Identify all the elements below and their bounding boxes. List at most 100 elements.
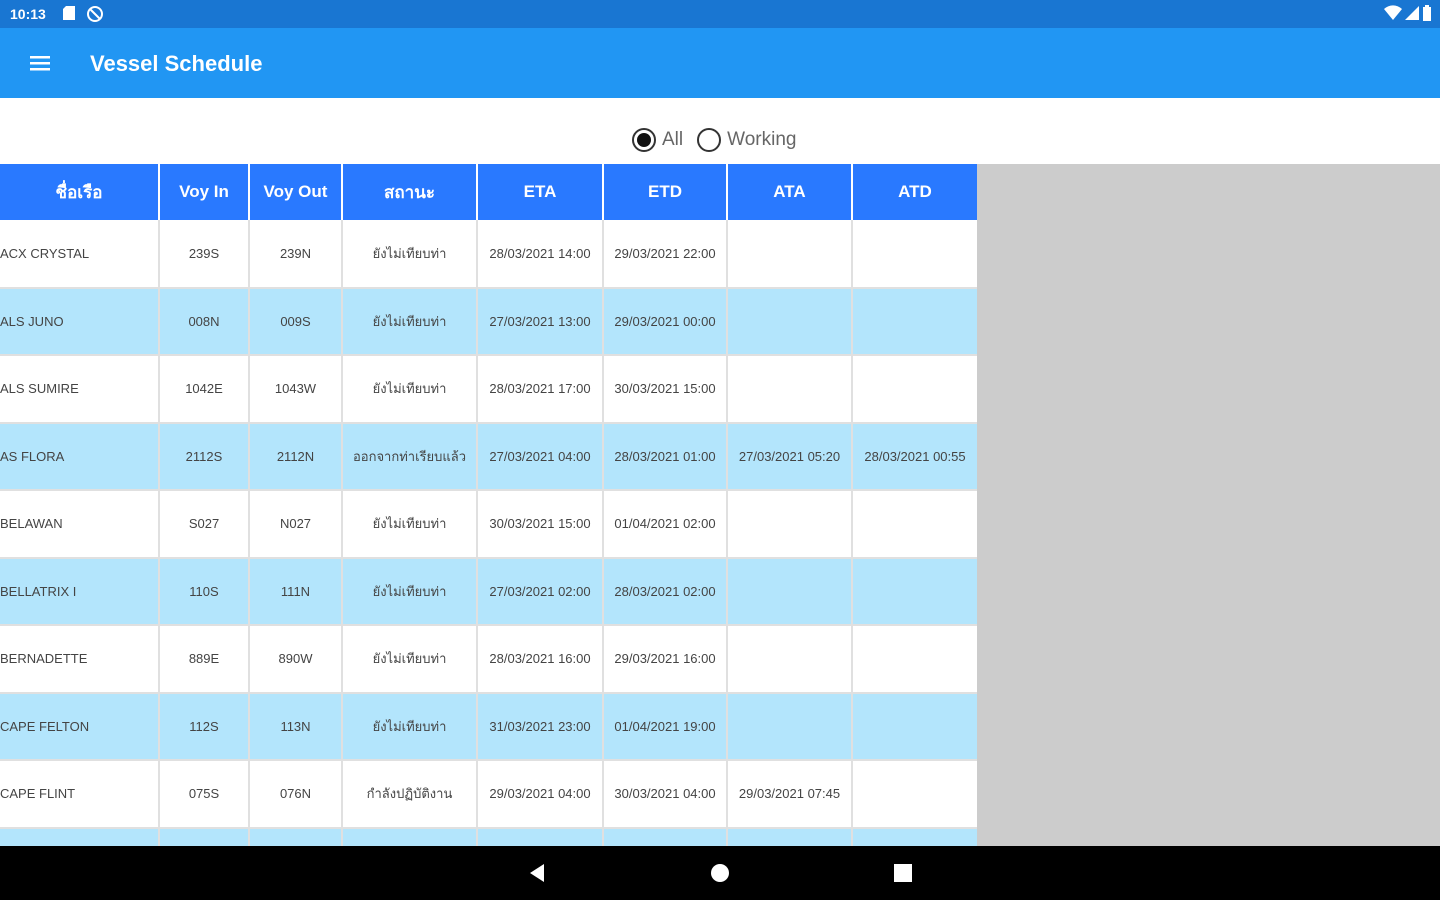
status-time: 10:13 (10, 6, 46, 22)
menu-button[interactable] (24, 48, 58, 78)
vessel-name-cell: CAPE FLINT (0, 760, 160, 829)
ata-cell (727, 490, 853, 559)
ata-cell: 27/03/2021 05:20 (727, 422, 853, 491)
radio-button-unchecked[interactable] (697, 128, 722, 152)
etd-cell: 28/03/2021 02:00 (603, 557, 728, 626)
ata-cell: 29/03/2021 07:45 (727, 760, 853, 829)
eta-cell (477, 827, 604, 846)
status-cell: ยังไม่เทียบท่า (342, 355, 478, 424)
table-row[interactable]: ALS SUMIRE 1042E 1043W ยังไม่เทียบท่า 28/03/… (0, 355, 977, 424)
status-cell: ยังไม่เทียบท่า (342, 220, 478, 289)
voy-out-cell: 1043W (249, 355, 343, 424)
table-row[interactable]: AS FLORA 2112S 2112N ออกจากท่าเรียบแล้ว 27/0… (0, 422, 977, 491)
status-cell: ยังไม่เทียบท่า (342, 692, 478, 761)
home-button[interactable] (709, 861, 731, 890)
atd-cell (852, 355, 977, 424)
status-cell: ยังไม่เทียบท่า (342, 557, 478, 626)
recents-button[interactable] (892, 861, 914, 890)
voy-out-cell: 076N (249, 760, 343, 829)
atd-cell (852, 220, 977, 289)
etd-cell: 29/03/2021 00:00 (603, 287, 728, 356)
radio-all[interactable]: All (632, 128, 683, 152)
etd-cell: 29/03/2021 16:00 (603, 625, 728, 694)
ata-cell (727, 692, 853, 761)
voy-in-cell: 075S (159, 760, 250, 829)
column-header-vessel-name[interactable]: ชื่อเรือ (0, 164, 160, 220)
sd-card-icon (62, 5, 76, 23)
eta-cell: 28/03/2021 14:00 (477, 220, 604, 289)
eta-cell: 27/03/2021 13:00 (477, 287, 604, 356)
table-row[interactable]: BELLATRIX I 110S 111N ยังไม่เทียบท่า 27/03/2… (0, 557, 977, 626)
atd-cell: 28/03/2021 00:55 (852, 422, 977, 491)
etd-cell: 01/04/2021 19:00 (603, 692, 728, 761)
voy-out-cell: 111N (249, 557, 343, 626)
vessel-table[interactable]: ชื่อเรือ Voy In Voy Out สถานะ ETA ETD AT… (0, 164, 977, 846)
back-button[interactable] (526, 861, 548, 890)
eta-cell: 27/03/2021 02:00 (477, 557, 604, 626)
ata-cell (727, 220, 853, 289)
eta-cell: 28/03/2021 16:00 (477, 625, 604, 694)
status-filter: All Working (632, 128, 810, 152)
vessel-name-cell: ALS JUNO (0, 287, 160, 356)
status-cell: ยังไม่เทียบท่า (342, 625, 478, 694)
app-bar: Vessel Schedule (0, 28, 1440, 98)
atd-cell (852, 625, 977, 694)
table-row[interactable] (0, 827, 977, 846)
vessel-name-cell: ACX CRYSTAL (0, 220, 160, 289)
voy-in-cell: 112S (159, 692, 250, 761)
column-header-atd[interactable]: ATD (852, 164, 977, 220)
atd-cell (852, 827, 977, 846)
status-cell: กำลังปฏิบัติงาน (342, 760, 478, 829)
table-row[interactable]: CAPE FLINT 075S 076N กำลังปฏิบัติงาน 29/03/2… (0, 760, 977, 829)
eta-cell: 31/03/2021 23:00 (477, 692, 604, 761)
voy-in-cell: 1042E (159, 355, 250, 424)
etd-cell: 30/03/2021 04:00 (603, 760, 728, 829)
table-row[interactable]: CAPE FELTON 112S 113N ยังไม่เทียบท่า 31/03/2… (0, 692, 977, 761)
etd-cell: 28/03/2021 01:00 (603, 422, 728, 491)
system-nav-bar (0, 846, 1440, 900)
ata-cell (727, 355, 853, 424)
voy-in-cell: 2112S (159, 422, 250, 491)
vessel-name-cell: ALS SUMIRE (0, 355, 160, 424)
column-header-ata[interactable]: ATA (727, 164, 853, 220)
etd-cell: 30/03/2021 15:00 (603, 355, 728, 424)
status-cell: ออกจากท่าเรียบแล้ว (342, 422, 478, 491)
ata-cell (727, 557, 853, 626)
status-cell (342, 827, 478, 846)
radio-button-checked[interactable] (632, 128, 656, 152)
atd-cell (852, 557, 977, 626)
etd-cell (603, 827, 728, 846)
eta-cell: 29/03/2021 04:00 (477, 760, 604, 829)
eta-cell: 28/03/2021 17:00 (477, 355, 604, 424)
empty-panel (977, 164, 1440, 846)
atd-cell (852, 287, 977, 356)
table-row[interactable]: BERNADETTE 889E 890W ยังไม่เทียบท่า 28/03/20… (0, 625, 977, 694)
page-title: Vessel Schedule (90, 51, 263, 76)
table-header-row: ชื่อเรือ Voy In Voy Out สถานะ ETA ETD AT… (0, 164, 977, 220)
atd-cell (852, 692, 977, 761)
vessel-name-cell: BELAWAN (0, 490, 160, 559)
ata-cell (727, 625, 853, 694)
ata-cell (727, 287, 853, 356)
column-header-voy-in[interactable]: Voy In (159, 164, 250, 220)
status-cell: ยังไม่เทียบท่า (342, 287, 478, 356)
radio-working[interactable]: Working (697, 128, 796, 152)
vessel-name-cell: BELLATRIX I (0, 557, 160, 626)
table-row[interactable]: ALS JUNO 008N 009S ยังไม่เทียบท่า 27/03/2021… (0, 287, 977, 356)
voy-out-cell: 009S (249, 287, 343, 356)
column-header-eta[interactable]: ETA (477, 164, 604, 220)
voy-out-cell: 239N (249, 220, 343, 289)
cell-signal-icon (1404, 5, 1420, 21)
voy-in-cell: 239S (159, 220, 250, 289)
vessel-name-cell: AS FLORA (0, 422, 160, 491)
wifi-icon (1384, 5, 1402, 21)
column-header-voy-out[interactable]: Voy Out (249, 164, 343, 220)
table-row[interactable]: BELAWAN S027 N027 ยังไม่เทียบท่า 30/03/2021 … (0, 490, 977, 559)
column-header-status[interactable]: สถานะ (342, 164, 478, 220)
radio-all-label: All (662, 129, 684, 150)
table-row[interactable]: ACX CRYSTAL 239S 239N ยังไม่เทียบท่า 28/03/2… (0, 220, 977, 289)
column-header-etd[interactable]: ETD (603, 164, 728, 220)
atd-cell (852, 760, 977, 829)
voy-in-cell: S027 (159, 490, 250, 559)
eta-cell: 30/03/2021 15:00 (477, 490, 604, 559)
